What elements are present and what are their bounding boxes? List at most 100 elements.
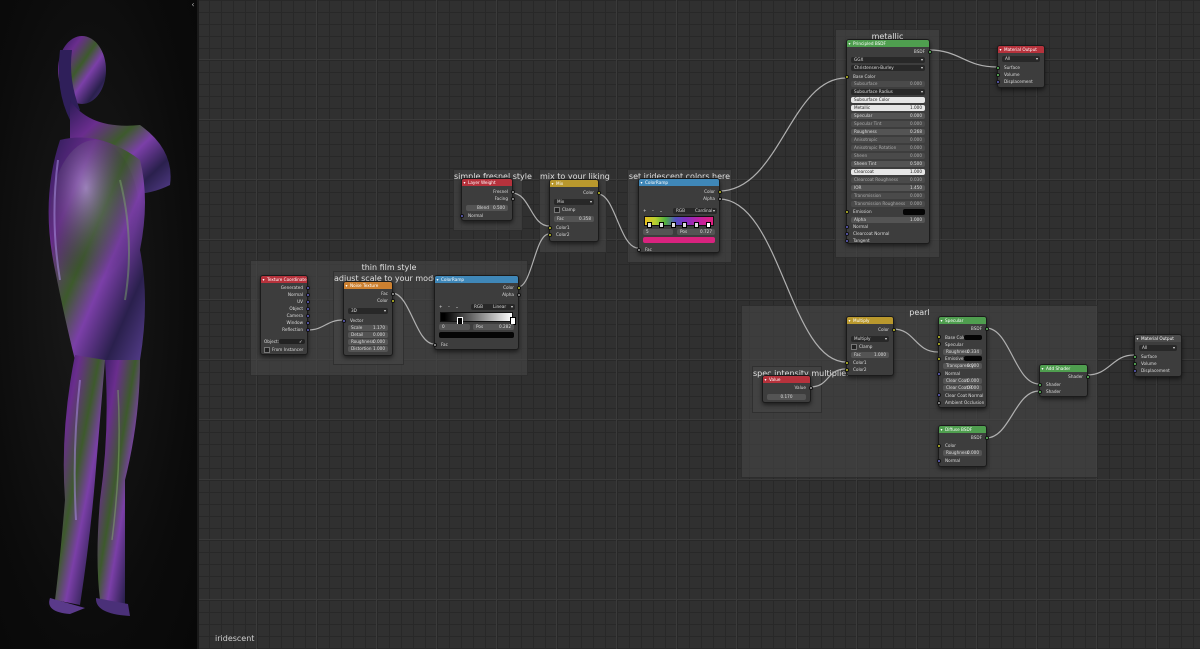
specular-input-row[interactable]: Emissive (936, 355, 986, 362)
socket-shader-b[interactable]: Shader (1037, 388, 1087, 395)
node-specular[interactable]: Specular BSDF Base ColorSpecularRoughnes… (936, 316, 989, 408)
principled-input-field[interactable]: Anisotropic Rotation 0.000 (851, 145, 925, 151)
socket-value[interactable]: Value (763, 384, 813, 391)
3d-viewport[interactable]: ‹ (0, 0, 197, 649)
socket-camera[interactable]: Camera (261, 312, 310, 319)
socket-object[interactable]: Object (261, 305, 310, 312)
detail-field[interactable]: Detail 0.000 (348, 332, 388, 338)
color-swatch[interactable] (964, 356, 982, 362)
node-layer-weight[interactable]: Layer Weight Fresnel Facing Blend0.500 N… (459, 178, 515, 221)
remove-stop-icon[interactable]: – (652, 208, 654, 213)
socket-fresnel[interactable]: Fresnel (462, 188, 515, 195)
socket-bsdf[interactable]: BSDF (847, 48, 932, 55)
node-material-output-pearl[interactable]: Material Output All Surface Volume Displ… (1132, 334, 1182, 377)
socket-window[interactable]: Window (261, 319, 310, 326)
principled-input-field[interactable]: Metallic 1.000 (851, 105, 925, 111)
principled-input-field[interactable]: Anisotropic 0.000 (851, 137, 925, 143)
node-multiply[interactable]: Multiply Color Multiply Clamp Fac1.000 C… (844, 316, 896, 376)
socket-vector[interactable]: Vector (341, 317, 392, 324)
socket-fac[interactable]: Fac (432, 341, 518, 348)
node-mix[interactable]: Mix Color Mix Clamp Fac0.358 Color1 Colo… (547, 179, 601, 242)
specular-input-row[interactable]: Clear Coat 0.000 (943, 377, 982, 384)
principled-input-field[interactable]: Sheen Tint 0.500 (851, 161, 925, 167)
principled-input-field[interactable]: Subsurface 0.000 (851, 81, 925, 87)
principled-input-field[interactable]: Clearcoat 1.000 (851, 169, 925, 175)
stop-position-field[interactable]: Pos 0.282 (473, 324, 514, 330)
distortion-field[interactable]: Distortion 1.000 (348, 346, 388, 352)
scale-field[interactable]: Scale 1.170 (348, 325, 388, 331)
eyedropper-icon[interactable]: ✓ (299, 338, 303, 345)
specular-input-row[interactable]: Base Color (936, 334, 986, 341)
blend-mode-dropdown[interactable]: Multiply (851, 336, 889, 342)
socket-displacement[interactable]: Displacement (1132, 367, 1181, 374)
subsurface-method-dropdown[interactable]: Christensen-Burley (851, 65, 925, 71)
socket-volume[interactable]: Volume (995, 71, 1044, 78)
node-value[interactable]: Value Value 0.170 (762, 375, 813, 403)
node-diffuse-bsdf[interactable]: Diffuse BSDF BSDF Color Roughness0.000 N… (936, 425, 989, 467)
socket-facing[interactable]: Facing (462, 195, 515, 202)
clamp-checkbox[interactable]: Clamp (847, 343, 893, 350)
distribution-dropdown[interactable]: GGX (851, 57, 925, 63)
socket-reflection[interactable]: Reflection (261, 326, 310, 333)
socket-normal[interactable]: Normal (844, 223, 929, 230)
ramp-menu-icon[interactable]: ⌄ (455, 304, 459, 309)
socket-color[interactable]: Color (639, 188, 722, 195)
socket-color1[interactable]: Color1 (547, 224, 598, 231)
socket-fac[interactable]: Fac (636, 246, 719, 253)
specular-input-row[interactable]: Specular (936, 341, 986, 348)
fac-field[interactable]: Fac 1.000 (851, 352, 889, 358)
socket-emission[interactable]: Emission (844, 208, 929, 215)
socket-color2[interactable]: Color2 (547, 231, 598, 238)
target-dropdown[interactable]: All (1139, 345, 1177, 351)
principled-input-field[interactable]: Transmission 0.000 (851, 193, 925, 199)
socket-volume[interactable]: Volume (1132, 360, 1181, 367)
specular-input-row[interactable]: Normal (936, 370, 986, 377)
clamp-checkbox[interactable]: Clamp (550, 206, 598, 213)
principled-input-field[interactable]: Clearcoat Roughness 0.030 (851, 177, 925, 183)
specular-input-row[interactable]: Ambient Occlusion (936, 399, 986, 406)
socket-bsdf[interactable]: BSDF (939, 434, 989, 441)
socket-surface[interactable]: Surface (995, 64, 1044, 71)
roughness-field[interactable]: Roughness 0.000 (348, 339, 388, 345)
principled-input-field[interactable]: Specular 0.000 (851, 113, 925, 119)
socket-shader-out[interactable]: Shader (1040, 373, 1090, 380)
specular-input-row[interactable]: Roughness 0.334 (943, 348, 982, 355)
socket-color1[interactable]: Color1 (844, 359, 893, 366)
socket-surface[interactable]: Surface (1132, 353, 1181, 360)
specular-input-row[interactable]: Transparency 0.000 (943, 363, 982, 370)
stop-index-field[interactable]: 0 (439, 324, 470, 330)
socket-displacement[interactable]: Displacement (995, 78, 1044, 85)
socket-color[interactable]: Color (344, 297, 395, 304)
node-material-output-metallic[interactable]: Material Output All Surface Volume Displ… (995, 45, 1045, 88)
socket-generated[interactable]: Generated (261, 284, 310, 291)
chevron-left-icon[interactable]: ‹ (189, 0, 197, 10)
specular-input-row[interactable]: Clear Coat R 0.000 (943, 385, 982, 392)
color-swatch[interactable] (964, 334, 982, 340)
principled-input-field[interactable]: Transmission Roughness 0.000 (851, 201, 925, 207)
ramp-menu-icon[interactable]: ⌄ (659, 208, 663, 213)
specular-input-row[interactable]: Clear Coat Normal (936, 392, 986, 399)
target-dropdown[interactable]: All (1002, 56, 1040, 62)
socket-tangent[interactable]: Tangent (844, 237, 929, 244)
node-noise-texture[interactable]: Noise Texture Fac Color 3D Vector Scale1… (341, 281, 395, 356)
stop-color-swatch[interactable] (439, 332, 514, 338)
node-texture-coordinate[interactable]: Texture Coordinate Generated Normal UV O… (260, 275, 310, 355)
socket-color[interactable]: Color (847, 326, 896, 333)
socket-color[interactable]: Color (435, 284, 521, 291)
ramp-gradient-bar[interactable] (440, 312, 513, 322)
stop-position-field[interactable]: Pos 0.727 (677, 229, 715, 235)
socket-normal[interactable]: Normal (936, 457, 986, 464)
principled-input-field[interactable]: Subsurface Color (851, 97, 925, 103)
principled-input-field[interactable]: Subsurface Radius (851, 89, 925, 95)
blend-mode-dropdown[interactable]: Mix (554, 199, 594, 205)
add-stop-icon[interactable]: + (643, 208, 647, 213)
socket-base-color[interactable]: Base Color (844, 73, 929, 80)
add-stop-icon[interactable]: + (439, 304, 443, 309)
socket-fac[interactable]: Fac (344, 290, 395, 297)
stop-index-field[interactable]: 5 (643, 229, 673, 235)
node-add-shader[interactable]: Add Shader Shader Shader Shader (1037, 364, 1090, 397)
roughness-field[interactable]: Roughness 0.000 (943, 450, 982, 456)
socket-alpha[interactable]: Alpha (435, 291, 521, 298)
fac-field[interactable]: Fac 0.358 (554, 216, 594, 222)
node-colorramp-iridescent[interactable]: ColorRamp Color Alpha + – ⌄ RGBCardinal … (636, 178, 722, 253)
